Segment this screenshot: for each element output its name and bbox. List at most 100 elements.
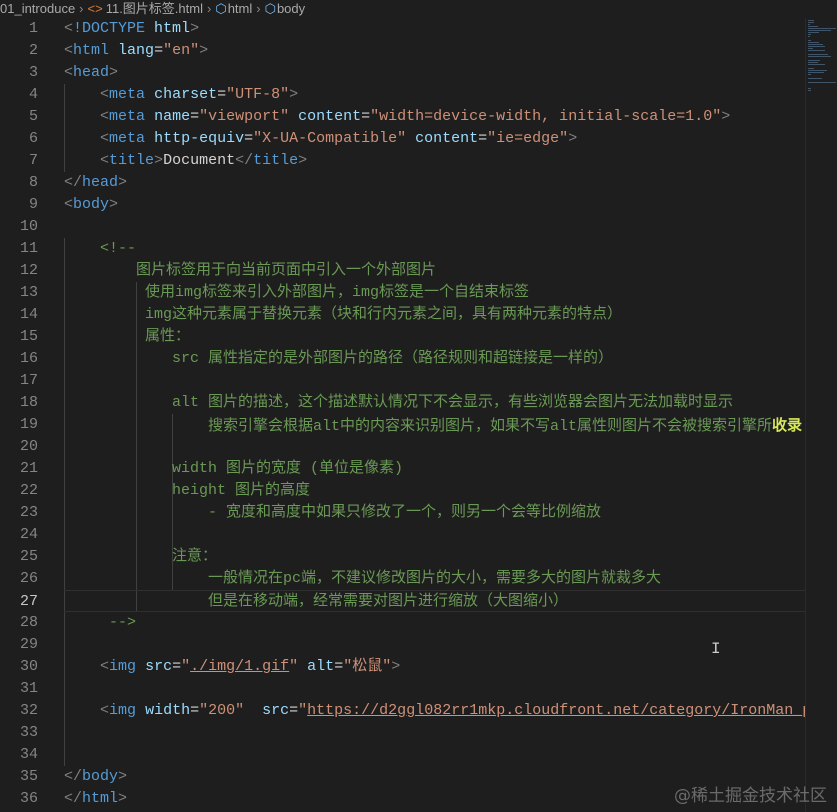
code-line[interactable]: 21 width 图片的宽度 (单位是像素) xyxy=(0,458,805,480)
code-line[interactable]: 7 <title>Document</title> xyxy=(0,150,805,172)
token-txt: = xyxy=(478,130,488,147)
token-attr: content xyxy=(298,108,362,125)
code-line[interactable]: 33 xyxy=(0,722,805,744)
token-attr: src xyxy=(145,658,173,675)
token-com: width 图片的宽度 (单位是像素) xyxy=(64,460,404,477)
token-str: " xyxy=(181,658,191,675)
code-line[interactable]: 30 <img src="./img/1.gif" alt="松鼠"> xyxy=(0,656,805,678)
code-line[interactable]: 1 <!DOCTYPE html> xyxy=(0,18,805,40)
line-number: 16 xyxy=(19,350,38,367)
token-attr: html xyxy=(154,20,191,37)
line-code: <img src="./img/1.gif" alt="松鼠"> xyxy=(64,656,400,678)
code-line[interactable]: 15 属性： xyxy=(0,326,805,348)
code-line[interactable]: 22 height 图片的高度 xyxy=(0,480,805,502)
token-txt: = xyxy=(154,42,164,59)
breadcrumb: 01_introduce › <> 11.图片标签.html › ⬡html › ⬡body xyxy=(0,0,837,18)
minimap-line xyxy=(808,24,811,25)
line-number: 1 xyxy=(28,20,38,37)
minimap-line xyxy=(808,34,811,35)
token-b: > xyxy=(118,174,128,191)
line-number: 5 xyxy=(28,108,38,125)
token-b: > xyxy=(118,790,128,807)
token-link: https://d2ggl082rr1mkp.cloudfront.net/ca… xyxy=(307,702,821,719)
line-number: 12 xyxy=(19,262,38,279)
line-code: 一般情况在pc端，不建议修改图片的大小，需要多大的图片就裁多大 xyxy=(64,568,661,590)
code-line[interactable]: 11 <!-- xyxy=(0,238,805,260)
minimap-line xyxy=(808,54,829,55)
token-tag: title xyxy=(253,152,299,169)
code-line[interactable]: 23 - 宽度和高度中如果只修改了一个，则另一个会等比例缩放 xyxy=(0,502,805,524)
minimap-line xyxy=(808,26,819,27)
token-attr: http-equiv xyxy=(154,130,245,147)
code-line[interactable]: 8 </head> xyxy=(0,172,805,194)
code-line[interactable]: 26 一般情况在pc端，不建议修改图片的大小，需要多大的图片就裁多大 xyxy=(0,568,805,590)
minimap-line xyxy=(808,62,818,63)
token-tag: img xyxy=(109,658,137,675)
line-code: alt 图片的描述，这个描述默认情况下不会显示，有些浏览器会图片无法加载时显示 xyxy=(64,392,733,414)
line-number: 10 xyxy=(19,218,38,235)
line-code: 属性： xyxy=(64,326,190,348)
code-line[interactable]: 28 --> xyxy=(0,612,805,634)
token-com: --> xyxy=(64,614,137,631)
breadcrumb-html[interactable]: html xyxy=(228,1,253,16)
code-line[interactable]: 32 <img width="200" src="https://d2ggl08… xyxy=(0,700,820,722)
minimap[interactable] xyxy=(805,18,837,812)
breadcrumb-folder[interactable]: 01_introduce xyxy=(0,1,75,16)
token-b: > xyxy=(154,152,164,169)
code-editor[interactable]: 1 <!DOCTYPE html> 2 <html lang="en"> 3 <head>… xyxy=(0,18,820,812)
token-txt: = xyxy=(361,108,371,125)
line-number: 6 xyxy=(28,130,38,147)
minimap-line xyxy=(808,74,812,75)
code-line[interactable]: 2 <html lang="en"> xyxy=(0,40,805,62)
token-b: > xyxy=(568,130,578,147)
code-line[interactable]: 25 注意： xyxy=(0,546,805,568)
line-code: <body> xyxy=(64,194,118,216)
code-line[interactable]: 5 <meta name="viewport" content="width=d… xyxy=(0,106,805,128)
breadcrumb-file[interactable]: 11.图片标签.html xyxy=(106,1,203,16)
token-tag: head xyxy=(73,64,110,81)
line-code: 注意： xyxy=(64,546,217,568)
token-b: < xyxy=(64,42,74,59)
token-b: > xyxy=(109,64,119,81)
code-line[interactable]: 9 <body> xyxy=(0,194,805,216)
code-line[interactable]: 13 使用img标签来引入外部图片，img标签是一个自结束标签 xyxy=(0,282,805,304)
code-line[interactable]: 14 img这种元素属于替换元素（块和行内元素之间，具有两种元素的特点） xyxy=(0,304,805,326)
line-code: height 图片的高度 xyxy=(64,480,310,502)
code-line[interactable]: 19 搜索引擎会根据alt中的内容来识别图片，如果不写alt属性则图片不会被搜索… xyxy=(0,414,805,436)
code-line[interactable]: 17 xyxy=(0,370,805,392)
code-line[interactable]: 6 <meta http-equiv="X-UA-Compatible" con… xyxy=(0,128,805,150)
token-com: - 宽度和高度中如果只修改了一个，则另一个会等比例缩放 xyxy=(64,504,602,521)
line-code: src 属性指定的是外部图片的路径（路径规则和超链接是一样的） xyxy=(64,348,613,370)
token-b: > xyxy=(118,768,128,785)
line-number: 29 xyxy=(19,636,38,653)
line-number: 26 xyxy=(19,570,38,587)
code-line[interactable]: 4 <meta charset="UTF-8"> xyxy=(0,84,805,106)
token-b: < xyxy=(64,196,74,213)
code-line[interactable]: 20 xyxy=(0,436,805,458)
code-line[interactable]: 24 xyxy=(0,524,805,546)
line-number: 19 xyxy=(19,416,38,433)
line-code: <img width="200" src="https://d2ggl082rr… xyxy=(64,700,820,722)
code-line[interactable]: 12 图片标签用于向当前页面中引入一个外部图片 xyxy=(0,260,805,282)
code-line[interactable]: 29 xyxy=(0,634,805,656)
chevron-right-icon: › xyxy=(79,1,84,16)
code-line[interactable]: 10 xyxy=(0,216,805,238)
code-line[interactable]: 34 xyxy=(0,744,805,766)
token-attr: src xyxy=(262,702,290,719)
minimap-line xyxy=(808,40,812,41)
token-attr: content xyxy=(415,130,479,147)
code-line[interactable]: 27 但是在移动端，经常需要对图片进行缩放（大图缩小） xyxy=(20,590,805,612)
token-com: 使用img标签来引入外部图片，img标签是一个自结束标签 xyxy=(64,284,530,301)
line-number: 2 xyxy=(28,42,38,59)
html-file-icon: <> xyxy=(87,1,103,16)
code-line[interactable]: 18 alt 图片的描述，这个描述默认情况下不会显示，有些浏览器会图片无法加载时… xyxy=(0,392,805,414)
token-com: alt 图片的描述，这个描述默认情况下不会显示，有些浏览器会图片无法加载时显示 xyxy=(64,394,734,411)
breadcrumb-body[interactable]: body xyxy=(277,1,305,16)
code-line[interactable]: 31 xyxy=(0,678,805,700)
line-number: 35 xyxy=(19,768,38,785)
line-number: 32 xyxy=(19,702,38,719)
token-com: 注意： xyxy=(64,548,218,565)
code-line[interactable]: 16 src 属性指定的是外部图片的路径（路径规则和超链接是一样的） xyxy=(0,348,805,370)
code-line[interactable]: 3 <head> xyxy=(0,62,805,84)
